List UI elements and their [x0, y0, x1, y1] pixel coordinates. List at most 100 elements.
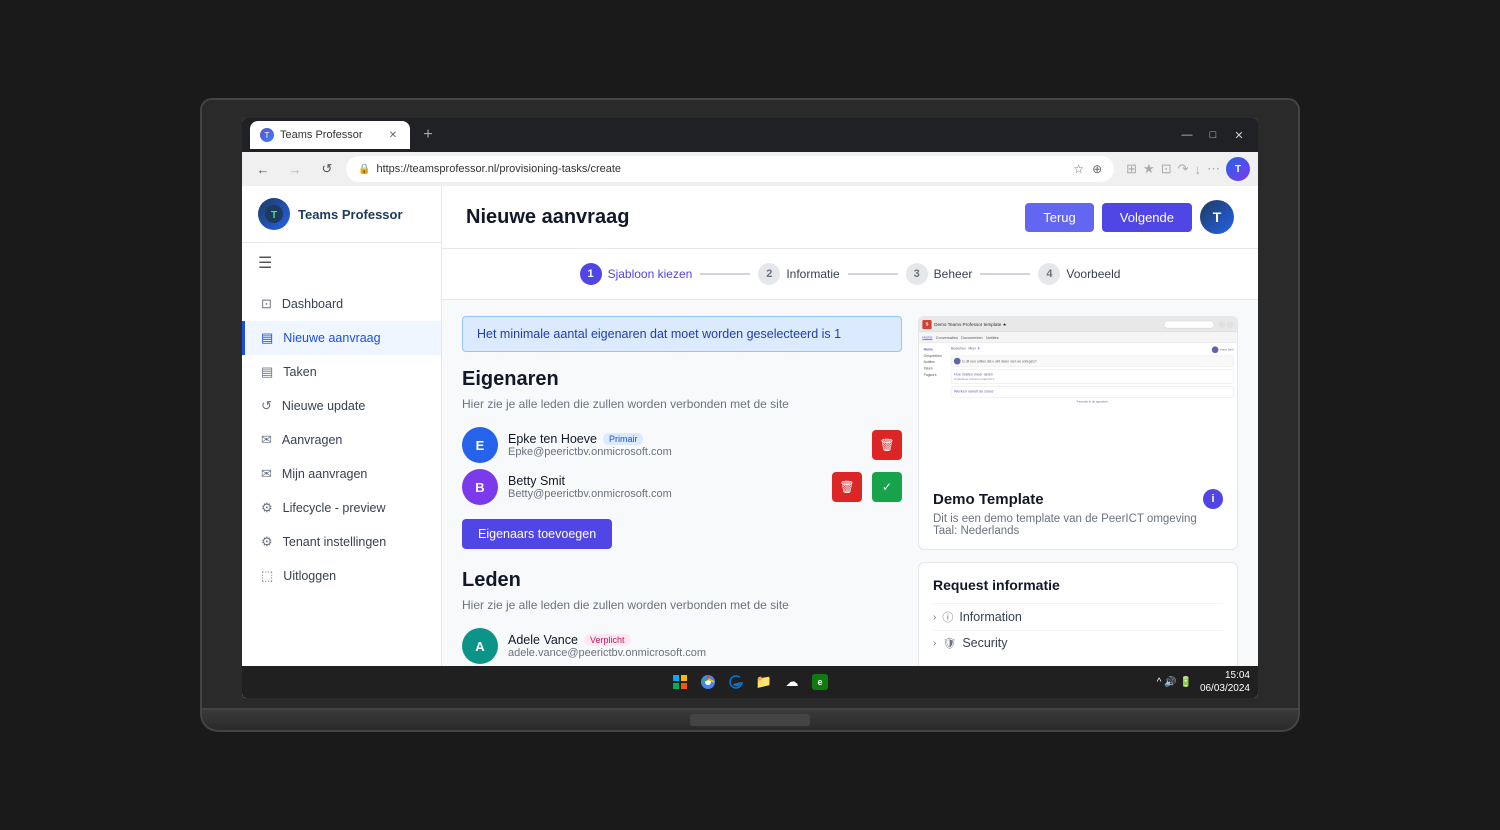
taskbar-right: ^ 🔊 🔋 15:04 06/03/2024 — [1157, 669, 1250, 695]
trackpad — [690, 714, 810, 726]
update-icon: ↺ — [261, 398, 272, 414]
browser-chrome: T Teams Professor ✕ + — □ ✕ ← → ↺ — [242, 118, 1258, 186]
avatar: B — [462, 469, 498, 505]
sp-title: Demo Teams Professor template ★ — [934, 322, 1161, 327]
person-name-text: Epke ten Hoeve — [508, 432, 597, 446]
sidebar-item-nieuwe-update[interactable]: ↺ Nieuwe update — [242, 389, 441, 423]
sidebar-item-taken[interactable]: ▤ Taken — [242, 355, 441, 389]
sp-content: Home Gesprekken Notities Taken Pagina's — [919, 343, 1237, 406]
browser-tab[interactable]: T Teams Professor ✕ — [250, 121, 410, 149]
step-2[interactable]: 2 Informatie — [758, 263, 839, 285]
delete-button[interactable]: 🗑 — [872, 430, 902, 460]
volgende-button[interactable]: Volgende — [1102, 203, 1192, 232]
sidebar-item-lifecycle[interactable]: ⚙ Lifecycle - preview — [242, 491, 441, 525]
tab-favicon: T — [260, 128, 274, 142]
user-avatar: T — [1200, 200, 1234, 234]
profile-icon[interactable]: T — [1226, 157, 1250, 181]
sidebar-item-nieuwe-aanvraag[interactable]: ▤ Nieuwe aanvraag — [242, 321, 441, 355]
address-bar-icons: ☆ ⊕ — [1073, 162, 1102, 176]
extensions-icon[interactable]: ⊕ — [1092, 162, 1102, 176]
step-4-label: Voorbeeld — [1066, 267, 1120, 281]
sidebar-label-dashboard: Dashboard — [282, 297, 343, 311]
alert-box: Het minimale aantal eigenaren dat moet w… — [462, 316, 902, 352]
person-name: Epke ten Hoeve Primair — [508, 432, 862, 446]
table-row: B Betty Smit Betty@peerictbv.onmicrosoft… — [462, 469, 902, 505]
left-panel: Het minimale aantal eigenaren dat moet w… — [462, 316, 902, 666]
add-owners-button[interactable]: Eigenaars toevoegen — [462, 519, 612, 549]
step-connector-3 — [980, 273, 1030, 275]
step-4[interactable]: 4 Voorbeeld — [1038, 263, 1120, 285]
verplicht-badge: Verplicht — [584, 634, 631, 646]
person-email: Epke@peerictbv.onmicrosoft.com — [508, 446, 862, 458]
star-icon[interactable]: ☆ — [1073, 162, 1084, 176]
info-icon[interactable]: i — [1203, 489, 1223, 509]
step-4-num: 4 — [1038, 263, 1060, 285]
close-button[interactable]: ✕ — [1228, 124, 1250, 146]
sidebar-label-nieuwe-aanvraag: Nieuwe aanvraag — [283, 331, 380, 345]
table-row: E Epke ten Hoeve Primair Epke@peerictbv.… — [462, 427, 902, 463]
tab-close-button[interactable]: ✕ — [386, 128, 400, 142]
confirm-button[interactable]: ✓ — [872, 472, 902, 502]
owners-desc: Hier zie je alle leden die zullen worden… — [462, 395, 902, 413]
terug-button[interactable]: Terug — [1025, 203, 1094, 232]
sidebar-item-uitloggen[interactable]: ⬚ Uitloggen — [242, 559, 441, 593]
chevron-right-icon: › — [933, 612, 936, 623]
taskbar-chrome-icon[interactable] — [697, 671, 719, 693]
history-icon[interactable]: ↷ — [1178, 161, 1189, 177]
person-email: adele.vance@peerictbv.onmicrosoft.com — [508, 647, 902, 659]
avatar: A — [462, 628, 498, 664]
menu-icon[interactable]: ⋯ — [1207, 161, 1220, 177]
step-3[interactable]: 3 Beheer — [906, 263, 973, 285]
step-1-label: Sjabloon kiezen — [608, 267, 693, 281]
content-area: Het minimale aantal eigenaren dat moet w… — [442, 300, 1258, 666]
favorites-icon[interactable]: ★ — [1143, 161, 1155, 177]
laptop-shell: T Teams Professor ✕ + — □ ✕ ← → ↺ — [200, 98, 1300, 732]
expand-item-information[interactable]: › ⓘ Information — [933, 603, 1223, 630]
delete-button[interactable]: 🗑 — [832, 472, 862, 502]
forward-button: → — [282, 156, 308, 182]
lifecycle-icon: ⚙ — [261, 500, 273, 516]
expand-item-security[interactable]: › 🛡 Security — [933, 630, 1223, 655]
shield-badge-icon: 🛡 — [942, 637, 956, 650]
person-name-text: Betty Smit — [508, 474, 565, 488]
sidebar-label-mijn-aanvragen: Mijn aanvragen — [282, 467, 367, 481]
url-bar[interactable]: 🔒 https://teamsprofessor.nl/provisioning… — [346, 156, 1114, 182]
person-name: Adele Vance Verplicht — [508, 633, 902, 647]
hamburger-icon[interactable]: ☰ — [242, 243, 441, 283]
sidebar-label-tenant: Tenant instellingen — [283, 535, 387, 549]
sidebar-item-tenant[interactable]: ⚙ Tenant instellingen — [242, 525, 441, 559]
taskbar-onedrive-icon[interactable]: ☁ — [781, 671, 803, 693]
downloads-icon[interactable]: ↓ — [1195, 162, 1202, 177]
sidebar-label-aanvragen: Aanvragen — [282, 433, 342, 447]
laptop-screen: T Teams Professor ✕ + — □ ✕ ← → ↺ — [242, 118, 1258, 698]
back-button[interactable]: ← — [250, 156, 276, 182]
dashboard-icon: ⊡ — [261, 296, 272, 312]
primair-badge: Primair — [603, 433, 644, 445]
new-tab-button[interactable]: + — [414, 121, 442, 149]
owners-title: Eigenaren — [462, 368, 902, 391]
taskbar-browser-icon[interactable]: e — [809, 671, 831, 693]
collections-icon[interactable]: ⊡ — [1161, 161, 1172, 177]
chevron-right-icon: › — [933, 638, 936, 649]
refresh-button[interactable]: ↺ — [314, 156, 340, 182]
step-2-num: 2 — [758, 263, 780, 285]
sidebar-item-dashboard[interactable]: ⊡ Dashboard — [242, 287, 441, 321]
step-connector-2 — [848, 273, 898, 275]
step-3-label: Beheer — [934, 267, 973, 281]
steps-bar: 1 Sjabloon kiezen 2 Informatie 3 Beheer — [442, 249, 1258, 300]
sidebar-item-aanvragen[interactable]: ✉ Aanvragen — [242, 423, 441, 457]
sidebar-item-mijn-aanvragen[interactable]: ✉ Mijn aanvragen — [242, 457, 441, 491]
taskbar-edge-icon[interactable] — [725, 671, 747, 693]
template-name-row: Demo Template i — [933, 489, 1223, 509]
minimize-button[interactable]: — — [1176, 124, 1198, 146]
members-title: Leden — [462, 569, 902, 592]
maximize-button[interactable]: □ — [1202, 124, 1224, 146]
sidebar: T Teams Professor ☰ ⊡ Dashboard ▤ — [242, 186, 442, 666]
step-1[interactable]: 1 Sjabloon kiezen — [580, 263, 693, 285]
taskbar: 📁 ☁ e ^ 🔊 🔋 15:04 06/03/2024 — [242, 666, 1258, 698]
start-button[interactable] — [669, 671, 691, 693]
apps-icon[interactable]: ⊞ — [1126, 161, 1137, 177]
tenant-icon: ⚙ — [261, 534, 273, 550]
taskbar-files-icon[interactable]: 📁 — [753, 671, 775, 693]
taskbar-icons: 📁 ☁ e — [669, 671, 831, 693]
